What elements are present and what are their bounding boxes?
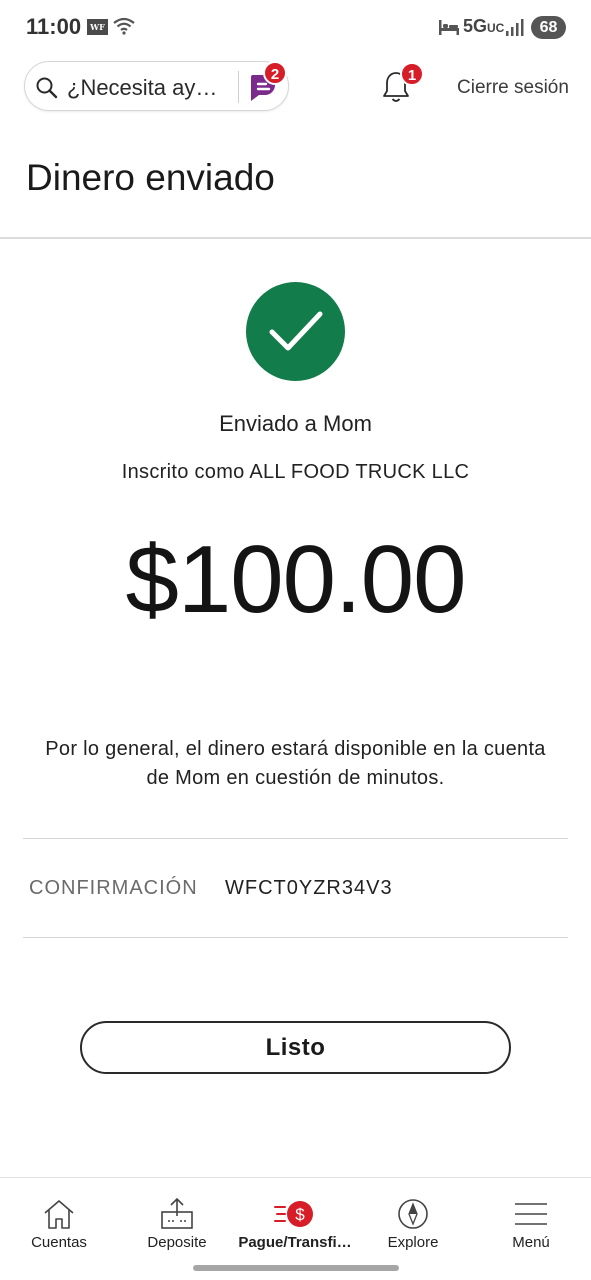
- status-time: 11:00: [26, 14, 82, 39]
- nav-item-accounts[interactable]: Cuentas: [0, 1178, 118, 1261]
- nav-label-pay-transfer: Pague/Transfi…: [238, 1234, 352, 1251]
- success-check-icon: [246, 282, 345, 381]
- confirmation-code: WFCT0YZR34V3: [225, 877, 393, 899]
- battery-indicator: 68: [531, 16, 566, 39]
- help-search-bar[interactable]: ¿Necesita ay… 2: [24, 61, 289, 111]
- svg-text:$: $: [295, 1205, 305, 1224]
- page-title: Dinero enviado: [26, 157, 275, 198]
- divider-top: [23, 838, 568, 839]
- divider-bottom: [23, 937, 568, 938]
- nav-item-deposit[interactable]: Deposite: [118, 1178, 236, 1261]
- pay-transfer-icon: $: [236, 1196, 354, 1232]
- nav-item-explore[interactable]: Explore: [354, 1178, 472, 1261]
- title-divider: [0, 237, 591, 239]
- search-icon: [35, 76, 59, 105]
- recipient-text: Enviado a Mom: [219, 411, 372, 436]
- nav-label-explore: Explore: [387, 1234, 439, 1251]
- notification-badge: 1: [400, 62, 424, 86]
- registered-name-text: Inscrito como ALL FOOD TRUCK LLC: [121, 461, 470, 483]
- search-placeholder: ¿Necesita ay…: [67, 75, 218, 100]
- home-indicator[interactable]: [193, 1265, 399, 1271]
- status-bar: 11:00 WF 5GUC 68: [0, 0, 591, 56]
- assistant-badge: 2: [263, 61, 287, 85]
- done-button[interactable]: Listo: [80, 1021, 511, 1074]
- menu-icon: [472, 1196, 590, 1232]
- availability-note: Por lo general, el dinero estará disponi…: [45, 738, 546, 789]
- signal-icon: [506, 18, 524, 41]
- network-indicator: 5GUC: [463, 16, 504, 37]
- amount-sent: $100.00: [125, 526, 466, 633]
- bottom-navigation: Cuentas Deposite $ Pague/Transfi… Explor…: [0, 1177, 591, 1260]
- nav-item-pay-transfer[interactable]: $ Pague/Transfi…: [236, 1178, 354, 1261]
- deposit-icon: [118, 1196, 236, 1232]
- network-suffix: UC: [487, 21, 505, 35]
- nav-label-accounts: Cuentas: [31, 1234, 87, 1251]
- nav-label-deposit: Deposite: [147, 1234, 207, 1251]
- home-icon: [0, 1196, 118, 1232]
- network-type: 5G: [463, 16, 488, 36]
- wifi-icon: [113, 16, 135, 41]
- wells-fargo-logo: WF: [87, 19, 108, 35]
- search-divider: [238, 71, 239, 103]
- sleep-mode-icon: [438, 18, 460, 41]
- nav-item-menu[interactable]: Menú: [472, 1178, 590, 1261]
- confirmation-label: CONFIRMACIÓN: [29, 877, 198, 899]
- nav-label-menu: Menú: [512, 1234, 550, 1251]
- compass-icon: [354, 1196, 472, 1232]
- signout-link[interactable]: Cierre sesión: [457, 77, 569, 99]
